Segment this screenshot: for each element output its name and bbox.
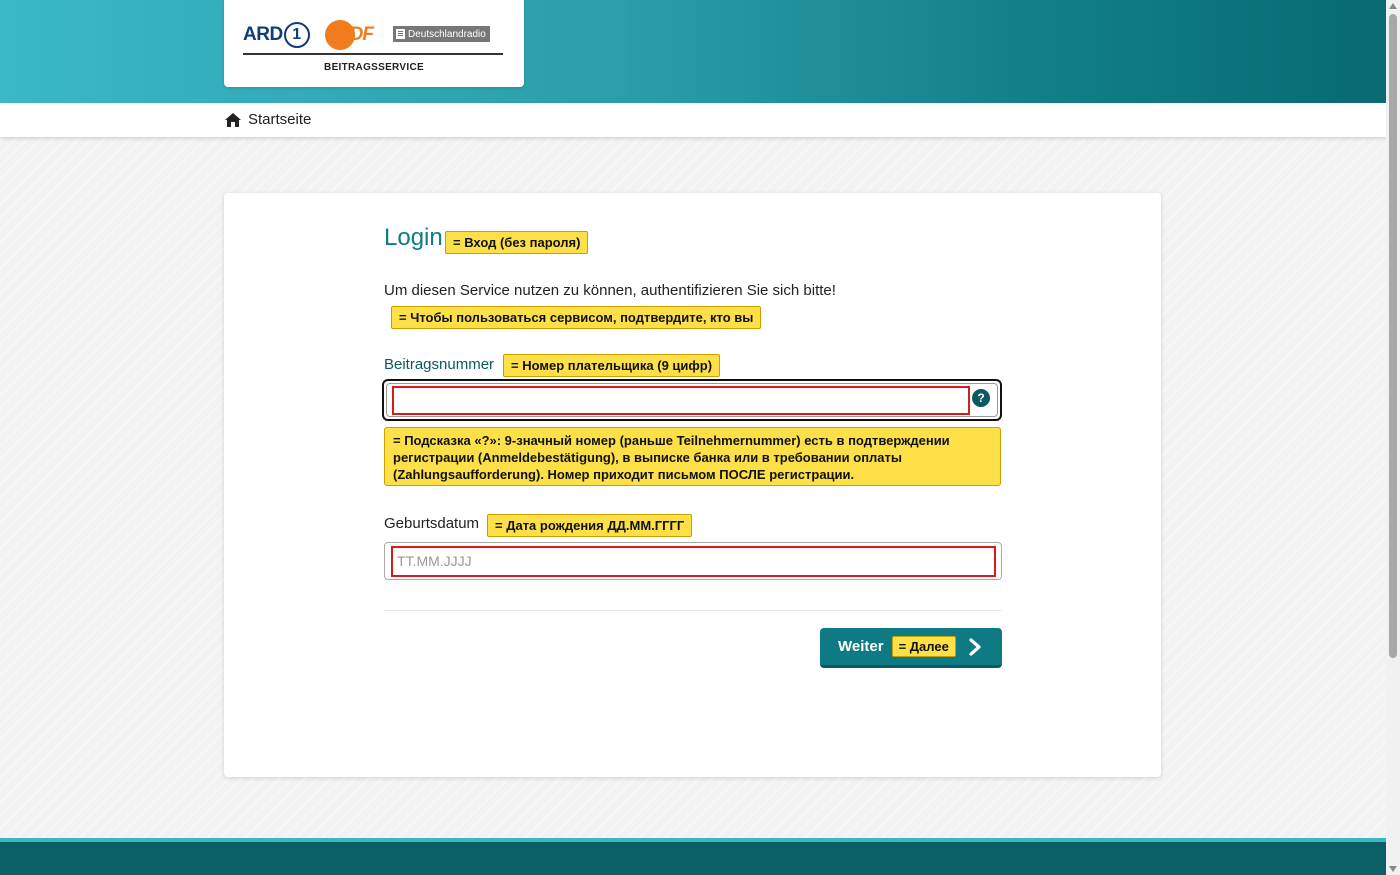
beitragsnummer-hint: = Подсказка «?»: 9-значный номер (раньше… (384, 427, 1001, 486)
logo-subtitle: BEITRAGSSERVICE (324, 62, 424, 73)
header-band: ARD 1 ZDF Deutschlandradio BEITRAGSSERVI… (0, 0, 1386, 103)
home-icon (225, 112, 241, 127)
weiter-annotation: = Далее (891, 636, 956, 657)
title-annotation: = Вход (без пароля) (445, 231, 589, 254)
intro-annotation: = Чтобы пользоваться сервисом, подтверди… (391, 306, 762, 329)
ard-logo: ARD 1 (243, 20, 310, 50)
nav-home-link[interactable]: Startseite (224, 111, 311, 128)
navbar: Startseite (0, 103, 1386, 137)
geburtsdatum-field[interactable]: TT.MM.JJJJ (384, 542, 1002, 580)
login-card: Login = Вход (без пароля) Um diesen Serv… (224, 193, 1161, 777)
form-divider (384, 610, 1001, 611)
scroll-up-icon[interactable] (1389, 3, 1397, 9)
chevron-right-icon (969, 637, 981, 656)
geburtsdatum-label: Geburtsdatum (384, 515, 480, 532)
brand-logo[interactable]: ARD 1 ZDF Deutschlandradio BEITRAGSSERVI… (224, 0, 524, 87)
scroll-down-icon[interactable] (1389, 866, 1397, 872)
deutschlandradio-logo: Deutschlandradio (393, 26, 490, 42)
page-scrollbar[interactable] (1386, 0, 1400, 875)
intro-text: Um diesen Service nutzen zu können, auth… (384, 282, 836, 299)
geburtsdatum-placeholder: TT.MM.JJJJ (397, 553, 472, 569)
footer-band (0, 838, 1386, 875)
beitragsnummer-label: Beitragsnummer (384, 356, 495, 373)
nav-home-label: Startseite (248, 111, 312, 128)
scroll-thumb[interactable] (1389, 14, 1397, 658)
page-title: Login (384, 224, 443, 251)
weiter-button[interactable]: Weiter = Далее (820, 628, 1002, 668)
weiter-button-label: Weiter (838, 638, 884, 655)
geburtsdatum-input[interactable] (391, 546, 996, 577)
logo-divider (243, 53, 503, 55)
beitragsnummer-field[interactable]: ? (382, 379, 1002, 421)
zdf-logo: ZDF (325, 20, 377, 50)
beitragsnummer-input[interactable] (392, 386, 970, 415)
help-icon[interactable]: ? (972, 389, 990, 407)
beitragsnummer-annotation: = Номер плательщика (9 цифр) (503, 354, 721, 377)
geburtsdatum-annotation: = Дата рождения ДД.ММ.ГГГГ (487, 514, 693, 537)
